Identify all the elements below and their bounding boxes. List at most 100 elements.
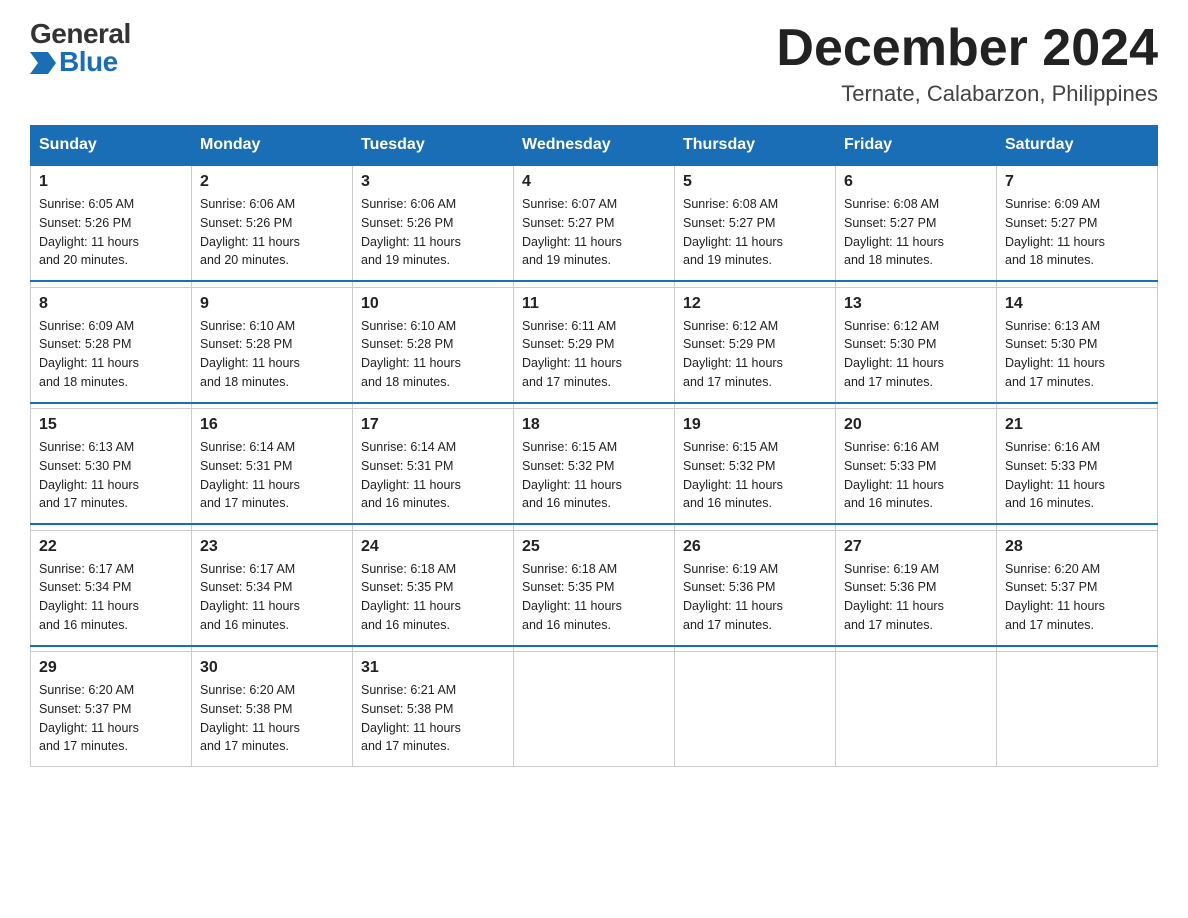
day-number: 17 xyxy=(361,416,505,434)
header-wednesday: Wednesday xyxy=(514,126,675,166)
sunrise-text: Sunrise: 6:18 AM xyxy=(361,562,456,576)
daylight-text: Daylight: 11 hours xyxy=(361,235,461,249)
day-info: Sunrise: 6:18 AM Sunset: 5:35 PM Daylight:… xyxy=(361,560,505,635)
daylight-text: Daylight: 11 hours xyxy=(361,599,461,613)
day-number: 22 xyxy=(39,538,183,556)
sunrise-text: Sunrise: 6:15 AM xyxy=(683,440,778,454)
day-info: Sunrise: 6:09 AMSunset: 5:28 PMDaylight:… xyxy=(39,317,183,392)
sunset-text: Sunset: 5:30 PM xyxy=(39,459,131,473)
calendar-cell: 25Sunrise: 6:18 AMSunset: 5:35 PMDayligh… xyxy=(514,530,675,646)
calendar-week-row: 1Sunrise: 6:05 AMSunset: 5:26 PMDaylight… xyxy=(31,165,1158,281)
daylight-minutes: and 16 minutes. xyxy=(683,496,772,510)
daylight-minutes: and 17 minutes. xyxy=(39,739,128,753)
calendar-cell: 3 Sunrise: 6:06 AM Sunset: 5:26 PM Daylight… xyxy=(353,165,514,281)
day-number: 14 xyxy=(1005,295,1149,313)
sunrise-text: Sunrise: 6:10 AM xyxy=(361,319,456,333)
day-number: 2 xyxy=(200,173,344,191)
daylight-text: Daylight: 11 hours xyxy=(844,235,944,249)
logo-blue-text: Blue xyxy=(30,48,131,76)
day-info: Sunrise: 6:19 AMSunset: 5:36 PMDaylight:… xyxy=(844,560,988,635)
sunset-text: Sunset: 5:27 PM xyxy=(522,216,614,230)
daylight-minutes: and 17 minutes. xyxy=(361,739,450,753)
sunset-text: Sunset: 5:28 PM xyxy=(39,337,131,351)
daylight-text: Daylight: 11 hours xyxy=(200,235,300,249)
calendar-week-row: 22 Sunrise: 6:17 AMSunset: 5:34 PMDayligh… xyxy=(31,530,1158,646)
sunset-text: Sunset: 5:28 PM xyxy=(200,337,292,351)
daylight-minutes: and 17 minutes. xyxy=(200,739,289,753)
header-friday: Friday xyxy=(836,126,997,166)
sunrise-text: Sunrise: 6:08 AM xyxy=(683,197,778,211)
logo-general-text: General xyxy=(30,20,131,48)
day-number: 24 xyxy=(361,538,505,556)
daylight-minutes: and 17 minutes. xyxy=(844,375,933,389)
sunrise-text: Sunrise: 6:21 AM xyxy=(361,683,456,697)
day-number: 8 xyxy=(39,295,183,313)
daylight-minutes: and 18 minutes. xyxy=(1005,253,1094,267)
day-info: Sunrise: 6:16 AMSunset: 5:33 PMDaylight:… xyxy=(1005,438,1149,513)
calendar-cell: 16Sunrise: 6:14 AMSunset: 5:31 PMDayligh… xyxy=(192,409,353,525)
day-number: 28 xyxy=(1005,538,1149,556)
day-number: 1 xyxy=(39,173,183,191)
day-number: 12 xyxy=(683,295,827,313)
daylight-text: Daylight: 11 hours xyxy=(683,235,783,249)
sunset-text: Sunset: 5:30 PM xyxy=(844,337,936,351)
title-area: December 2024 Ternate, Calabarzon, Phili… xyxy=(776,20,1158,107)
daylight-text: Daylight: 11 hours xyxy=(200,721,300,735)
sunrise-text: Sunrise: 6:15 AM xyxy=(522,440,617,454)
sunrise-text: Sunrise: 6:20 AM xyxy=(39,683,134,697)
day-info: Sunrise: 6:17 AMSunset: 5:34 PMDaylight:… xyxy=(200,560,344,635)
page-header: General Blue December 2024 Ternate, Cala… xyxy=(30,20,1158,107)
day-info: Sunrise: 6:14 AMSunset: 5:31 PMDaylight:… xyxy=(361,438,505,513)
daylight-text: Daylight: 11 hours xyxy=(39,235,139,249)
daylight-text: Daylight: 11 hours xyxy=(200,356,300,370)
day-number: 19 xyxy=(683,416,827,434)
day-info: Sunrise: 6:15 AMSunset: 5:32 PMDaylight:… xyxy=(683,438,827,513)
day-info: Sunrise: 6:09 AMSunset: 5:27 PMDaylight:… xyxy=(1005,195,1149,270)
calendar-cell: 14Sunrise: 6:13 AMSunset: 5:30 PMDayligh… xyxy=(997,287,1158,403)
calendar-cell: 28 Sunrise: 6:20 AMSunset: 5:37 PMDayligh… xyxy=(997,530,1158,646)
day-info: Sunrise: 6:11 AMSunset: 5:29 PMDaylight:… xyxy=(522,317,666,392)
sunset-text: Sunset: 5:37 PM xyxy=(39,702,131,716)
calendar-cell: 26Sunrise: 6:19 AMSunset: 5:36 PMDayligh… xyxy=(675,530,836,646)
daylight-minutes: and 17 minutes. xyxy=(844,618,933,632)
day-number: 3 xyxy=(361,173,505,191)
daylight-minutes: and 16 minutes. xyxy=(200,618,289,632)
day-info: Sunrise: 6:12 AMSunset: 5:29 PMDaylight:… xyxy=(683,317,827,392)
sunset-text: Sunset: 5:35 PM xyxy=(361,580,453,594)
calendar-cell: 30Sunrise: 6:20 AMSunset: 5:38 PMDayligh… xyxy=(192,652,353,767)
daylight-text: Daylight: 11 hours xyxy=(200,599,300,613)
sunset-text: Sunset: 5:26 PM xyxy=(361,216,453,230)
sunrise-text: Sunrise: 6:06 AM xyxy=(361,197,456,211)
daylight-text: Daylight: 11 hours xyxy=(1005,478,1105,492)
sunrise-text: Sunrise: 6:18 AM xyxy=(522,562,617,576)
daylight-minutes: and 17 minutes. xyxy=(1005,618,1094,632)
sunrise-text: Sunrise: 6:12 AM xyxy=(844,319,939,333)
calendar-cell: 7Sunrise: 6:09 AMSunset: 5:27 PMDaylight… xyxy=(997,165,1158,281)
daylight-minutes: and 17 minutes. xyxy=(683,375,772,389)
daylight-text: Daylight: 11 hours xyxy=(844,478,944,492)
sunset-text: Sunset: 5:37 PM xyxy=(1005,580,1097,594)
calendar-cell: 5Sunrise: 6:08 AMSunset: 5:27 PMDaylight… xyxy=(675,165,836,281)
daylight-minutes: and 17 minutes. xyxy=(683,618,772,632)
daylight-text: Daylight: 11 hours xyxy=(522,478,622,492)
daylight-text: Daylight: 11 hours xyxy=(522,599,622,613)
day-info: Sunrise: 6:21 AMSunset: 5:38 PMDaylight:… xyxy=(361,681,505,756)
daylight-minutes: and 18 minutes. xyxy=(361,375,450,389)
daylight-text: Daylight: 11 hours xyxy=(1005,599,1105,613)
day-number: 31 xyxy=(361,659,505,677)
daylight-minutes: and 20 minutes. xyxy=(200,253,289,267)
calendar-cell: 9Sunrise: 6:10 AMSunset: 5:28 PMDaylight… xyxy=(192,287,353,403)
sunrise-text: Sunrise: 6:20 AM xyxy=(200,683,295,697)
calendar-cell xyxy=(836,652,997,767)
day-info: Sunrise: 6:20 AMSunset: 5:37 PMDaylight:… xyxy=(1005,560,1149,635)
calendar-cell: 24 Sunrise: 6:18 AM Sunset: 5:35 PM Dayligh… xyxy=(353,530,514,646)
calendar-cell xyxy=(997,652,1158,767)
sunset-text: Sunset: 5:27 PM xyxy=(844,216,936,230)
day-number: 6 xyxy=(844,173,988,191)
calendar-cell: 19 Sunrise: 6:15 AMSunset: 5:32 PMDayligh… xyxy=(675,409,836,525)
daylight-text: Daylight: 11 hours xyxy=(200,478,300,492)
sunset-text: Sunset: 5:26 PM xyxy=(39,216,131,230)
location-subtitle: Ternate, Calabarzon, Philippines xyxy=(776,81,1158,107)
day-number: 10 xyxy=(361,295,505,313)
day-info: Sunrise: 6:19 AMSunset: 5:36 PMDaylight:… xyxy=(683,560,827,635)
